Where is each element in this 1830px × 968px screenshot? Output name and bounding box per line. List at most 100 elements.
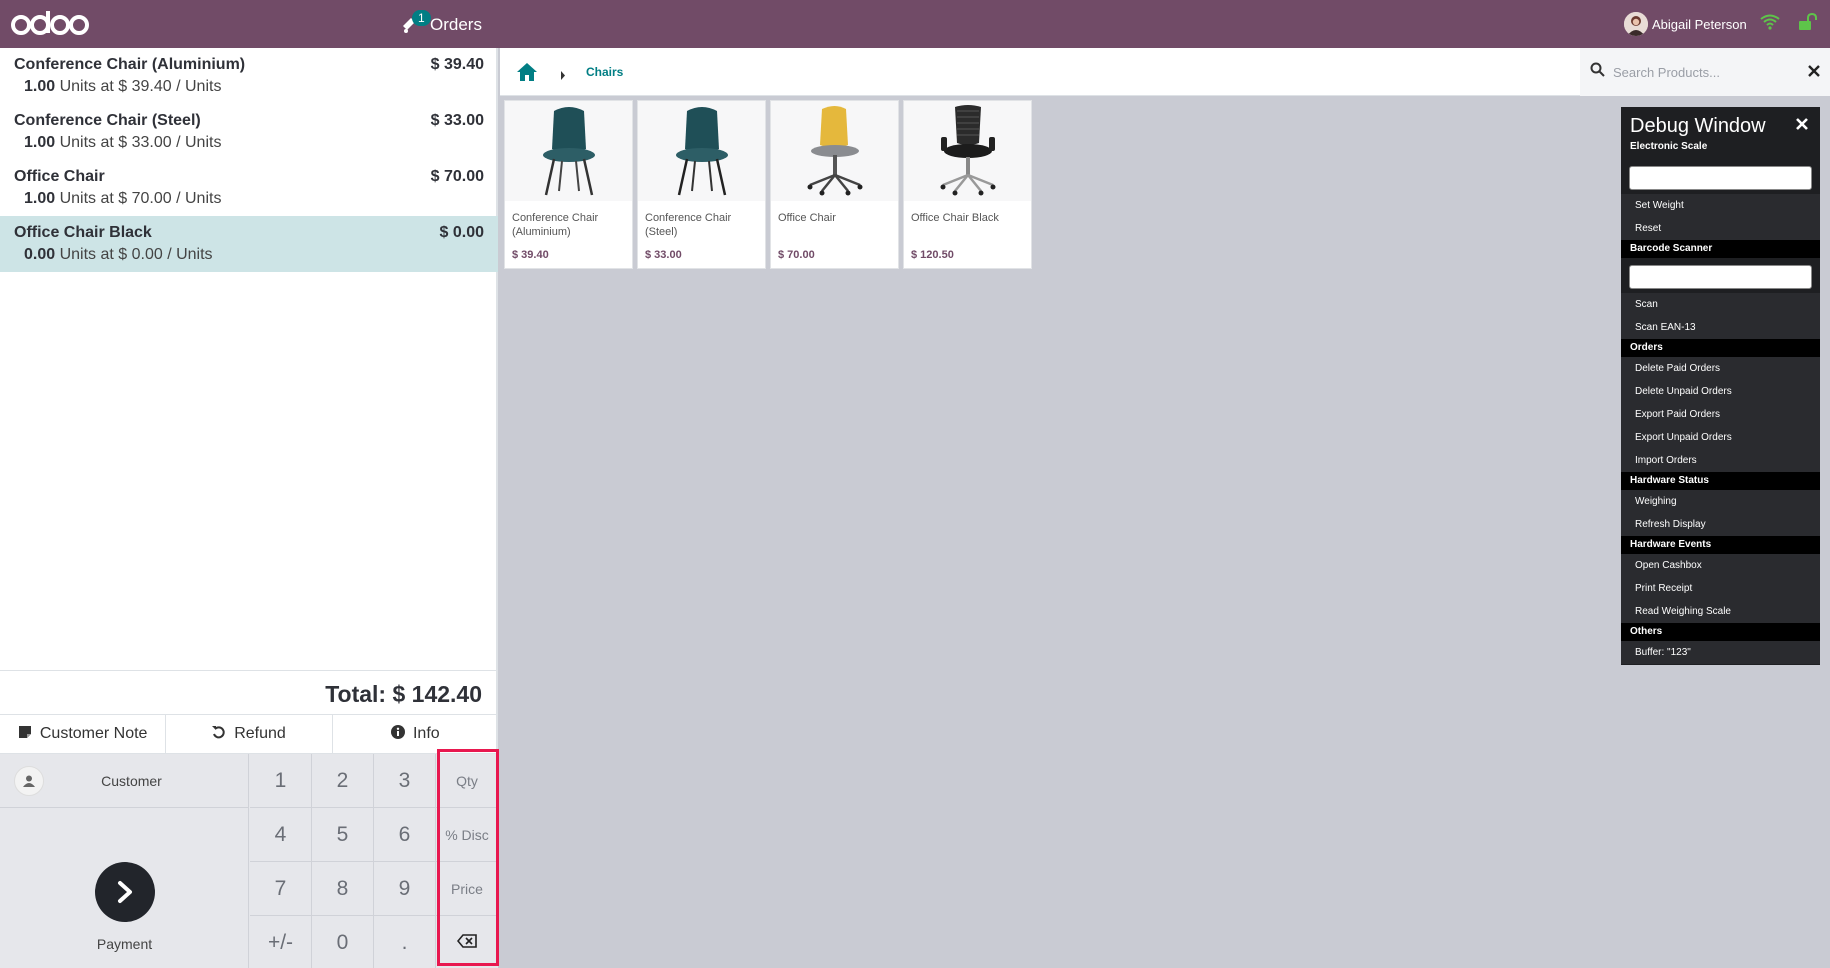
- order-panel: Conference Chair (Aluminium) $ 39.40 1.0…: [0, 48, 498, 968]
- reset-button[interactable]: Reset: [1621, 217, 1820, 240]
- refund-button[interactable]: Refund: [166, 715, 333, 753]
- product-price: $ 33.00: [645, 249, 682, 261]
- order-line-name: Office Chair: [14, 168, 105, 185]
- section-electronic-scale: Electronic Scale: [1630, 141, 1708, 152]
- order-line-name: Conference Chair (Steel): [14, 112, 201, 129]
- weighing-status: Weighing: [1621, 490, 1820, 513]
- orders-label: Orders: [430, 15, 482, 34]
- order-line-qty: 0.00: [24, 246, 56, 263]
- order-line-qty: 1.00: [24, 134, 56, 151]
- top-header: 1 Orders Abigail Peterson: [0, 0, 1830, 48]
- product-name: Conference Chair (Steel): [645, 212, 732, 238]
- section-barcode-scanner: Barcode Scanner: [1621, 240, 1820, 258]
- orders-count-badge: 1: [412, 10, 431, 26]
- order-line-info: 1.00 Units at $ 70.00 / Units: [14, 190, 484, 208]
- product-price: $ 70.00: [778, 249, 815, 261]
- numpad-backspace-button[interactable]: [436, 916, 498, 968]
- numpad-key-8[interactable]: 8: [312, 862, 374, 916]
- customer-note-label: Customer Note: [39, 725, 148, 742]
- order-line-price: $ 0.00: [439, 224, 484, 241]
- unlock-icon[interactable]: [1798, 12, 1818, 36]
- order-line-name: Office Chair Black: [14, 224, 152, 241]
- export-paid-orders-button[interactable]: Export Paid Orders: [1621, 403, 1820, 426]
- numpad-key-plus-minus[interactable]: +/-: [250, 916, 312, 968]
- barcode-input[interactable]: [1629, 265, 1812, 289]
- order-line-info: 1.00 Units at $ 39.40 / Units: [14, 78, 484, 96]
- numpad-key-5[interactable]: 5: [312, 808, 374, 862]
- product-card[interactable]: Conference Chair (Aluminium) $ 39.40: [504, 100, 633, 269]
- scan-button[interactable]: Scan: [1621, 293, 1820, 316]
- buffer-value: Buffer: "123": [1621, 641, 1820, 664]
- wifi-icon[interactable]: [1760, 14, 1780, 35]
- delete-paid-orders-button[interactable]: Delete Paid Orders: [1621, 357, 1820, 380]
- open-cashbox-button[interactable]: Open Cashbox: [1621, 554, 1820, 577]
- order-line-name: Conference Chair (Aluminium): [14, 56, 246, 73]
- customer-button[interactable]: Customer: [0, 754, 249, 808]
- numpad: 1 2 3 Qty 4 5 6 % Disc 7 8 9 Price +/- 0…: [250, 754, 498, 968]
- info-button[interactable]: Info: [333, 715, 498, 753]
- section-hardware-events: Hardware Events: [1621, 536, 1820, 554]
- numpad-key-2[interactable]: 2: [312, 754, 374, 808]
- numpad-mode-discount[interactable]: % Disc: [436, 808, 498, 862]
- set-weight-button[interactable]: Set Weight: [1621, 194, 1820, 217]
- numpad-key-1[interactable]: 1: [250, 754, 312, 808]
- order-line-unit-info: Units at $ 39.40 / Units: [59, 78, 222, 95]
- product-name: Conference Chair (Aluminium): [512, 212, 599, 238]
- user-avatar: [1624, 12, 1648, 36]
- payment-button[interactable]: Payment: [0, 808, 249, 968]
- numpad-mode-qty[interactable]: Qty: [436, 754, 498, 808]
- numpad-key-7[interactable]: 7: [250, 862, 312, 916]
- import-orders-button[interactable]: Import Orders: [1621, 449, 1820, 472]
- home-icon[interactable]: [516, 62, 538, 87]
- order-line[interactable]: Conference Chair (Steel) $ 33.00 1.00 Un…: [0, 104, 498, 160]
- search-input[interactable]: [1613, 64, 1803, 80]
- numpad-key-dot[interactable]: .: [374, 916, 436, 968]
- refresh-display-button[interactable]: Refresh Display: [1621, 513, 1820, 536]
- print-receipt-button[interactable]: Print Receipt: [1621, 577, 1820, 600]
- product-image: [904, 101, 1031, 201]
- breadcrumb-chairs[interactable]: Chairs: [586, 65, 623, 79]
- numpad-key-0[interactable]: 0: [312, 916, 374, 968]
- order-line-info: 0.00 Units at $ 0.00 / Units: [14, 246, 484, 264]
- search-box: [1580, 48, 1830, 96]
- order-line[interactable]: Conference Chair (Aluminium) $ 39.40 1.0…: [0, 48, 498, 104]
- product-card[interactable]: Office Chair Black $ 120.50: [903, 100, 1032, 269]
- customer-label: Customer: [101, 772, 162, 789]
- info-circle-icon: [390, 724, 405, 744]
- product-name: Office Chair Black: [911, 212, 999, 224]
- pads: Customer Payment 1 2 3 Qty 4 5 6 % Disc …: [0, 754, 498, 968]
- weight-input[interactable]: [1629, 166, 1812, 190]
- export-unpaid-orders-button[interactable]: Export Unpaid Orders: [1621, 426, 1820, 449]
- info-label: Info: [412, 725, 440, 742]
- product-card[interactable]: Office Chair $ 70.00: [770, 100, 899, 269]
- delete-unpaid-orders-button[interactable]: Delete Unpaid Orders: [1621, 380, 1820, 403]
- user-menu[interactable]: Abigail Peterson: [1624, 12, 1747, 36]
- order-line[interactable]: Office Chair $ 70.00 1.00 Units at $ 70.…: [0, 160, 498, 216]
- numpad-key-3[interactable]: 3: [374, 754, 436, 808]
- control-buttons: Customer Note Refund Info: [0, 714, 498, 754]
- close-icon[interactable]: [1808, 64, 1820, 82]
- numpad-key-9[interactable]: 9: [374, 862, 436, 916]
- order-line-info: 1.00 Units at $ 33.00 / Units: [14, 134, 484, 152]
- orders-button[interactable]: 1 Orders: [400, 10, 482, 40]
- numpad-key-4[interactable]: 4: [250, 808, 312, 862]
- product-image: [505, 101, 632, 201]
- product-card[interactable]: Conference Chair (Steel) $ 33.00: [637, 100, 766, 269]
- section-others: Others: [1621, 623, 1820, 641]
- customer-note-button[interactable]: Customer Note: [0, 715, 167, 753]
- read-weighing-scale-button[interactable]: Read Weighing Scale: [1621, 600, 1820, 623]
- product-image: [771, 101, 898, 201]
- order-line-price: $ 33.00: [430, 112, 484, 129]
- close-icon[interactable]: [1796, 117, 1808, 135]
- order-line-unit-info: Units at $ 70.00 / Units: [59, 190, 222, 207]
- order-line-qty: 1.00: [24, 78, 56, 95]
- undo-icon: [212, 725, 226, 744]
- numpad-mode-price[interactable]: Price: [436, 862, 498, 916]
- order-line-selected[interactable]: Office Chair Black $ 0.00 0.00 Units at …: [0, 216, 498, 272]
- product-image: [638, 101, 765, 201]
- product-list: Conference Chair (Aluminium) $ 39.40 Con…: [504, 100, 1032, 269]
- numpad-key-6[interactable]: 6: [374, 808, 436, 862]
- odoo-logo[interactable]: [10, 8, 90, 43]
- payment-label: Payment: [96, 936, 153, 952]
- scan-ean13-button[interactable]: Scan EAN-13: [1621, 316, 1820, 339]
